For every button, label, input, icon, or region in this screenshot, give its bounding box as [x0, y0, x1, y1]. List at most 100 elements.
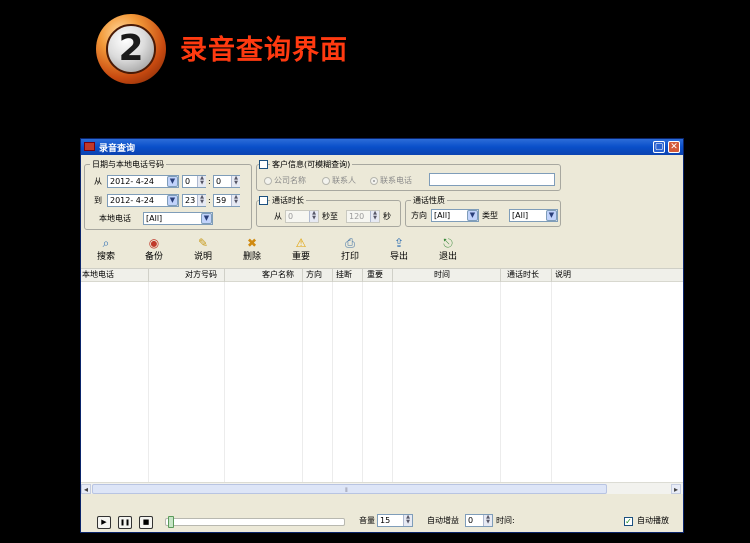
- contact-radio-label: 联系人: [332, 176, 356, 185]
- from-hour-value: 0: [185, 177, 191, 186]
- column-gridline: [392, 282, 393, 482]
- col-remote-number[interactable]: 对方号码: [185, 269, 217, 282]
- print-button-label: 打印: [340, 252, 359, 262]
- page-title: 录音查询界面: [180, 35, 348, 66]
- col-local-phone[interactable]: 本地电话: [82, 269, 114, 282]
- duration-to-spinner-icon[interactable]: ▲ ▼: [370, 211, 379, 222]
- to-label: 到: [94, 196, 102, 205]
- header-divider: [302, 269, 303, 282]
- search-button-label: 搜索: [96, 252, 115, 262]
- col-hangup[interactable]: 挂断: [336, 269, 352, 282]
- auto-gain-spinner-icon[interactable]: ▲ ▼: [483, 515, 492, 526]
- delete-button[interactable]: ✖ 删除: [234, 236, 270, 263]
- close-button[interactable]: ✕: [668, 141, 680, 153]
- col-duration[interactable]: 通话时长: [507, 269, 539, 282]
- scrollbar-grip-icon: ⦀: [345, 487, 348, 494]
- important-button-label: 重要: [291, 252, 310, 262]
- duration-checkbox[interactable]: [259, 196, 268, 205]
- customer-search-input[interactable]: [429, 173, 555, 186]
- col-important[interactable]: 重要: [367, 269, 383, 282]
- phone-radio-label: 联系电话: [380, 176, 412, 185]
- duration-legend: 通话时长: [270, 195, 306, 206]
- playback-seek-bar[interactable]: [165, 516, 345, 528]
- contact-radio[interactable]: [322, 177, 330, 185]
- duration-group: 通话时长 从 0 ▲ ▼ 秒至 120 ▲ ▼ 秒: [256, 195, 401, 227]
- horizontal-scrollbar[interactable]: ◂ ⦀ ▸: [81, 482, 683, 494]
- column-gridline: [551, 282, 552, 482]
- seek-bar-thumb[interactable]: [168, 516, 174, 528]
- search-button[interactable]: ⌕ 搜索: [88, 236, 124, 263]
- duration-to-value: 120: [349, 212, 365, 221]
- from-date-value: 2012- 4-24: [110, 177, 154, 186]
- company-radio-label: 公司名称: [274, 176, 306, 185]
- backup-button-label: 备份: [144, 252, 163, 262]
- note-button-label: 说明: [193, 252, 212, 262]
- recordings-table[interactable]: 本地电话 对方号码 客户名称 方向 挂断 重要 时间 通话时长 说明 ◂ ⦀ ▸: [81, 268, 683, 494]
- step-number-badge: 2: [96, 14, 166, 84]
- date-phone-legend: 日期与本地电话号码: [90, 159, 166, 170]
- to-minute-spinner-icon[interactable]: ▲ ▼: [231, 195, 240, 206]
- export-button-label: 导出: [389, 252, 408, 262]
- auto-gain-label: 自动增益: [427, 516, 459, 525]
- step-number: 2: [118, 28, 144, 69]
- exit-button[interactable]: ⎋ 退出: [430, 236, 466, 263]
- company-radio[interactable]: [264, 177, 272, 185]
- delete-button-label: 删除: [242, 252, 261, 262]
- backup-button[interactable]: ◉ 备份: [136, 236, 172, 263]
- header-divider: [500, 269, 501, 282]
- search-icon: ⌕: [102, 236, 110, 250]
- app-icon: [84, 142, 95, 151]
- duration-from-spinner-icon[interactable]: ▲ ▼: [309, 211, 318, 222]
- stop-button[interactable]: ■: [139, 516, 153, 529]
- delete-icon: ✖: [246, 236, 258, 250]
- backup-icon: ◉: [148, 236, 160, 250]
- maximize-button[interactable]: ▢: [653, 141, 665, 153]
- col-note[interactable]: 说明: [555, 269, 571, 282]
- export-button[interactable]: ⇪ 导出: [381, 236, 417, 263]
- to-date-dropdown-icon[interactable]: ▼: [167, 195, 178, 206]
- column-gridline: [332, 282, 333, 482]
- autoplay-label: 自动播放: [637, 516, 669, 525]
- col-customer-name[interactable]: 客户名称: [262, 269, 294, 282]
- customer-info-checkbox[interactable]: [259, 160, 268, 169]
- from-date-dropdown-icon[interactable]: ▼: [167, 176, 178, 187]
- column-gridline: [302, 282, 303, 482]
- exit-icon: ⎋: [443, 236, 453, 250]
- pause-button[interactable]: ❚❚: [118, 516, 132, 529]
- header-divider: [392, 269, 393, 282]
- scroll-right-icon[interactable]: ▸: [671, 484, 681, 494]
- from-hour-spinner-icon[interactable]: ▲ ▼: [197, 176, 206, 187]
- header-divider: [332, 269, 333, 282]
- play-button[interactable]: ▶: [97, 516, 111, 529]
- note-button[interactable]: ✎ 说明: [185, 236, 221, 263]
- volume-spinner-icon[interactable]: ▲ ▼: [403, 515, 412, 526]
- autoplay-checkbox[interactable]: ✓: [624, 517, 633, 526]
- date-phone-group: 日期与本地电话号码 从 2012- 4-24 ▼ 0 ▲ ▼ : 0 ▲ ▼ 到 2…: [84, 159, 252, 230]
- type-dropdown-icon[interactable]: ▼: [546, 210, 557, 221]
- important-button[interactable]: ⚠ 重要: [283, 236, 319, 263]
- to-hour-value: 23: [185, 196, 196, 205]
- customer-info-group: 客户信息(可模糊查询) 公司名称 联系人 联系电话: [256, 159, 561, 191]
- type-value: [All]: [512, 211, 529, 220]
- call-property-legend: 通话性质: [411, 195, 447, 206]
- seconds-to-label: 秒至: [322, 212, 338, 221]
- from-minute-spinner-icon[interactable]: ▲ ▼: [231, 176, 240, 187]
- exit-button-label: 退出: [438, 252, 457, 262]
- window-title: 录音查询: [99, 144, 136, 154]
- scroll-left-icon[interactable]: ◂: [81, 484, 91, 494]
- phone-radio[interactable]: [370, 177, 378, 185]
- col-time[interactable]: 时间: [434, 269, 450, 282]
- header-divider: [224, 269, 225, 282]
- from-minute-value: 0: [216, 177, 222, 186]
- print-button[interactable]: ⎙ 打印: [332, 236, 368, 263]
- local-phone-dropdown-icon[interactable]: ▼: [201, 213, 212, 224]
- duration-from-label: 从: [274, 212, 282, 221]
- to-hour-spinner-icon[interactable]: ▲ ▼: [197, 195, 206, 206]
- header-divider: [551, 269, 552, 282]
- title-bar[interactable]: 录音查询 ▢ ✕: [81, 139, 683, 155]
- direction-dropdown-icon[interactable]: ▼: [467, 210, 478, 221]
- col-direction[interactable]: 方向: [306, 269, 322, 282]
- scrollbar-thumb[interactable]: ⦀: [92, 484, 607, 494]
- to-minute-value: 59: [216, 196, 227, 205]
- printer-icon: ⎙: [345, 236, 355, 250]
